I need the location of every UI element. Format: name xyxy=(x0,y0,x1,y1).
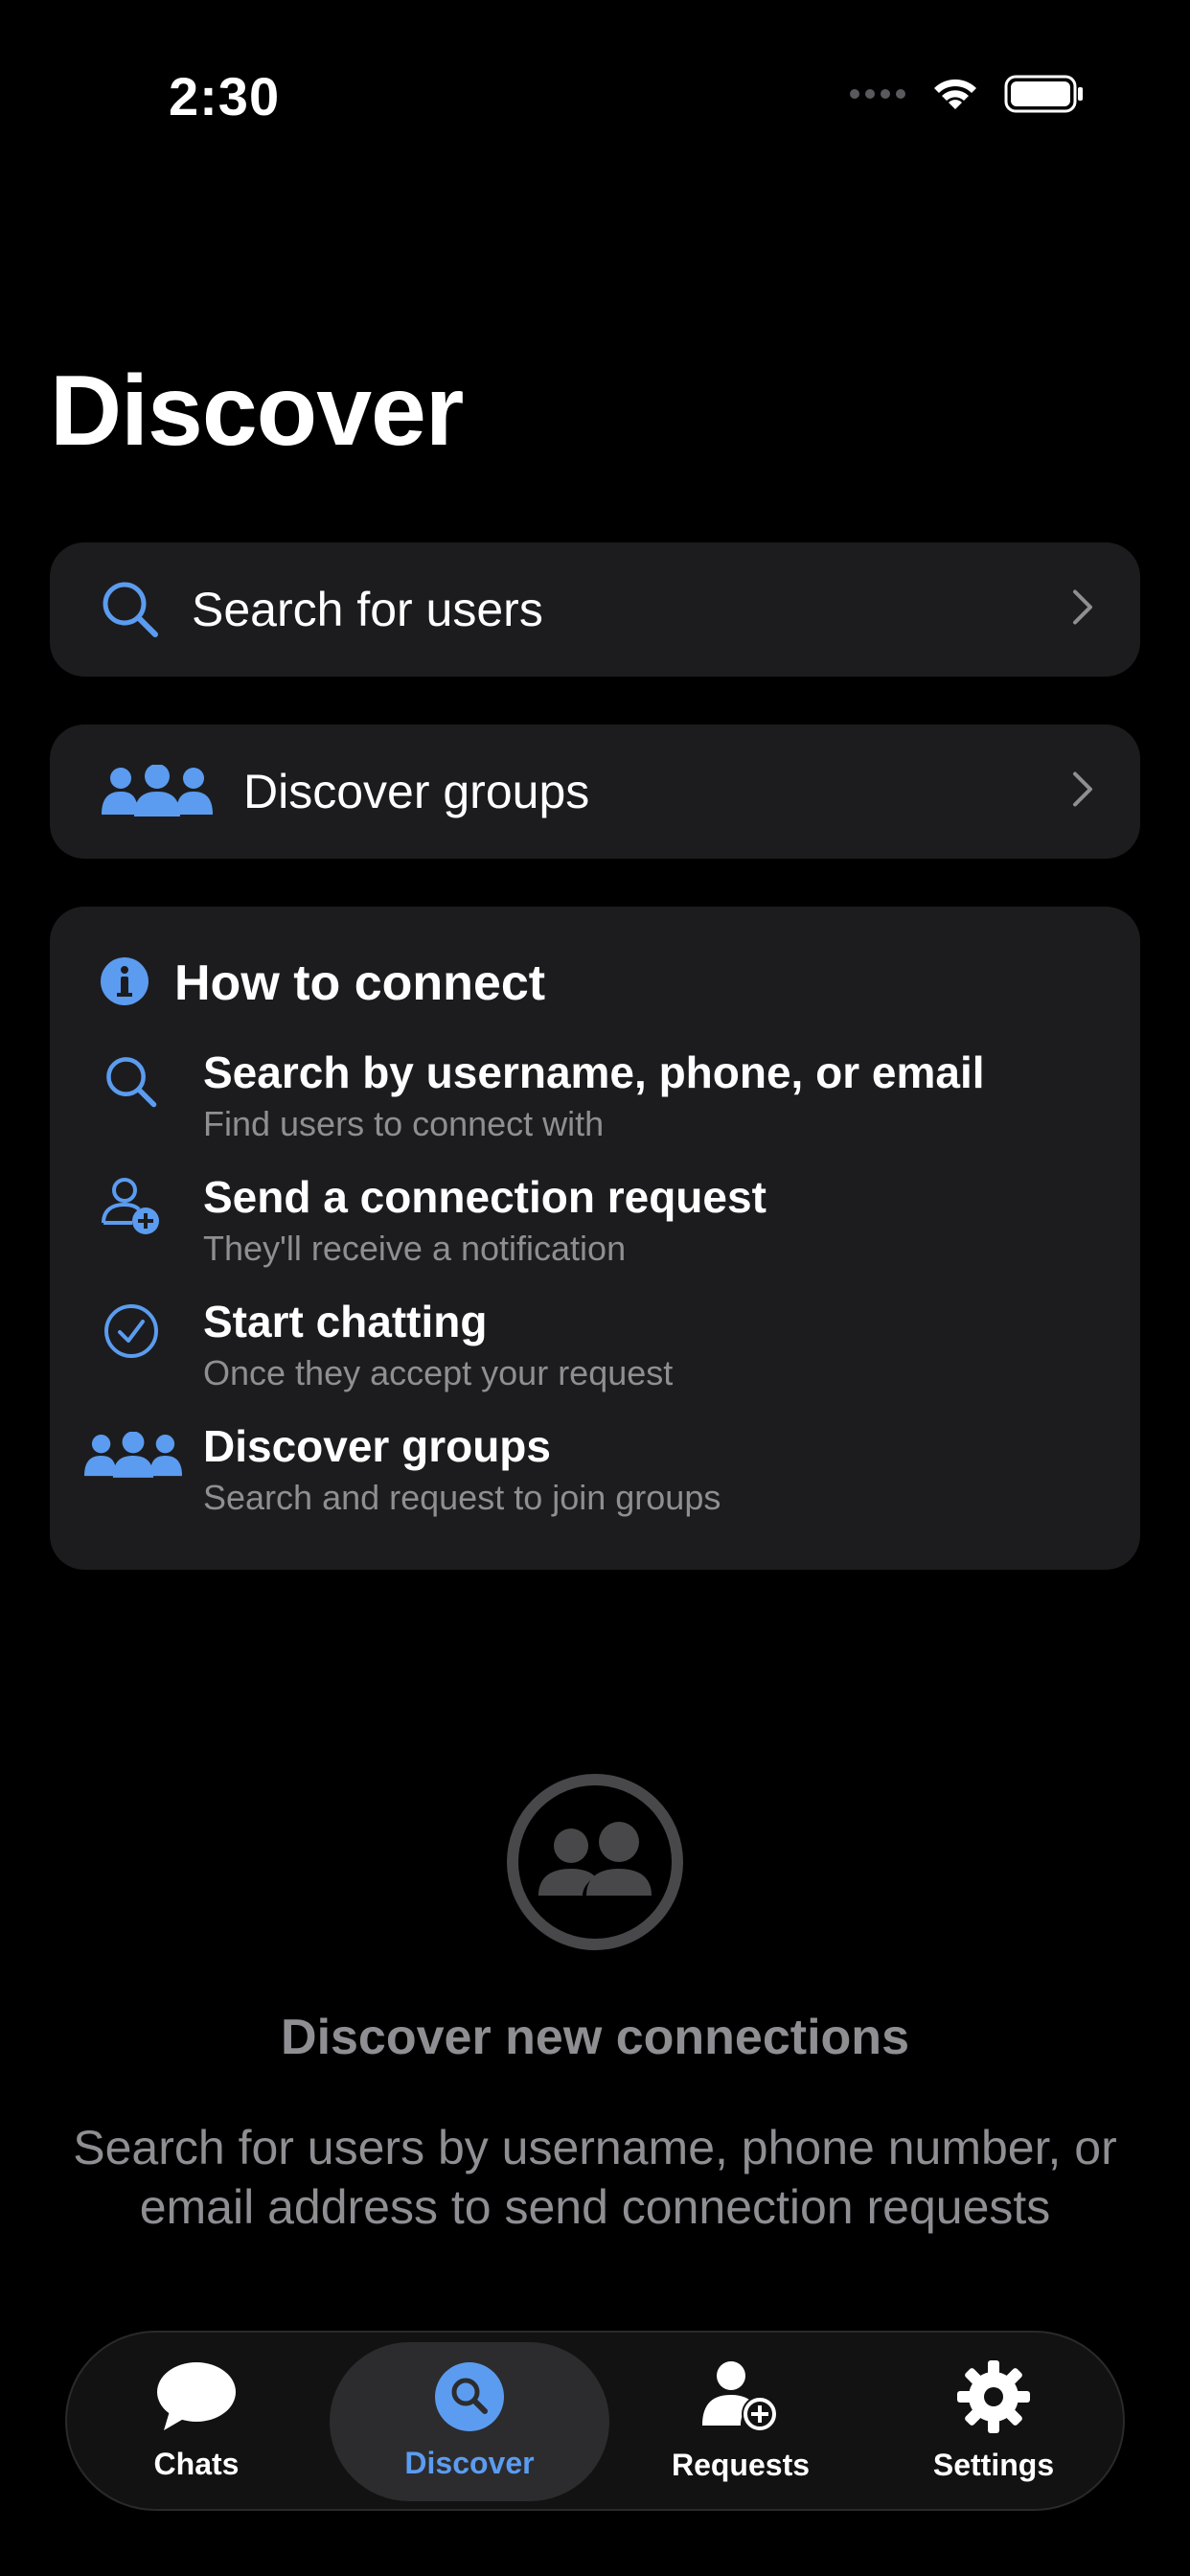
step-title: Search by username, phone, or email xyxy=(203,1047,985,1097)
info-icon xyxy=(100,956,149,1011)
card-header: How to connect xyxy=(100,954,545,1012)
step-subtitle: Search and request to join groups xyxy=(203,1478,721,1517)
search-icon xyxy=(79,1048,184,1116)
tab-bar: Chats Discover Requests Settings xyxy=(65,2331,1125,2511)
status-icons xyxy=(849,75,1085,113)
step-subtitle: They'll receive a notification xyxy=(203,1229,627,1268)
person-add-icon xyxy=(79,1173,184,1240)
gear-icon xyxy=(957,2360,1030,2438)
how-to-connect-card: How to connect Search by username, phone… xyxy=(50,907,1140,1570)
groups-icon xyxy=(80,1422,186,1489)
chat-bubble-icon xyxy=(156,2361,237,2437)
step-item: Search by username, phone, or email Find… xyxy=(50,1046,1140,1162)
checkmark-circle-icon xyxy=(79,1298,184,1365)
empty-state-description: Search for users by username, phone numb… xyxy=(73,2121,1117,2234)
discover-groups-label: Discover groups xyxy=(243,765,590,818)
cellular-signal-icon xyxy=(850,89,905,99)
status-bar: 2:30 xyxy=(0,0,1190,192)
tab-label: Settings xyxy=(932,2448,1055,2482)
tab-label: Chats xyxy=(153,2447,240,2481)
search-users-label: Search for users xyxy=(192,583,543,636)
people-circle-icon xyxy=(506,1773,684,1956)
empty-state-title: Discover new connections xyxy=(281,2010,909,2065)
person-add-icon xyxy=(702,2360,779,2438)
discover-groups-row[interactable]: Discover groups xyxy=(50,724,1140,859)
tab-discover[interactable]: Discover xyxy=(330,2342,609,2501)
card-title: How to connect xyxy=(174,955,546,1011)
search-users-row[interactable]: Search for users xyxy=(50,542,1140,677)
step-subtitle: Find users to connect with xyxy=(203,1104,605,1143)
step-item: Discover groups Search and request to jo… xyxy=(50,1420,1140,1535)
status-time: 2:30 xyxy=(169,66,281,126)
search-icon xyxy=(100,579,161,645)
tab-chats[interactable]: Chats xyxy=(77,2342,316,2501)
step-subtitle: Once they accept your request xyxy=(203,1353,674,1392)
wifi-icon xyxy=(934,79,976,109)
tab-requests[interactable]: Requests xyxy=(621,2342,860,2501)
step-title: Discover groups xyxy=(203,1421,551,1471)
step-item: Start chatting Once they accept your req… xyxy=(50,1296,1140,1411)
page-title: Discover xyxy=(50,356,464,467)
step-title: Start chatting xyxy=(203,1297,488,1346)
tab-label: Discover xyxy=(404,2446,535,2480)
chevron-right-icon xyxy=(1071,770,1094,814)
chevron-right-icon xyxy=(1071,588,1094,632)
battery-icon xyxy=(1004,75,1083,113)
step-item: Send a connection request They'll receiv… xyxy=(50,1171,1140,1286)
tab-label: Requests xyxy=(671,2448,811,2482)
search-icon xyxy=(435,2362,504,2436)
step-title: Send a connection request xyxy=(203,1172,767,1222)
tab-settings[interactable]: Settings xyxy=(874,2342,1113,2501)
groups-icon xyxy=(102,764,213,823)
